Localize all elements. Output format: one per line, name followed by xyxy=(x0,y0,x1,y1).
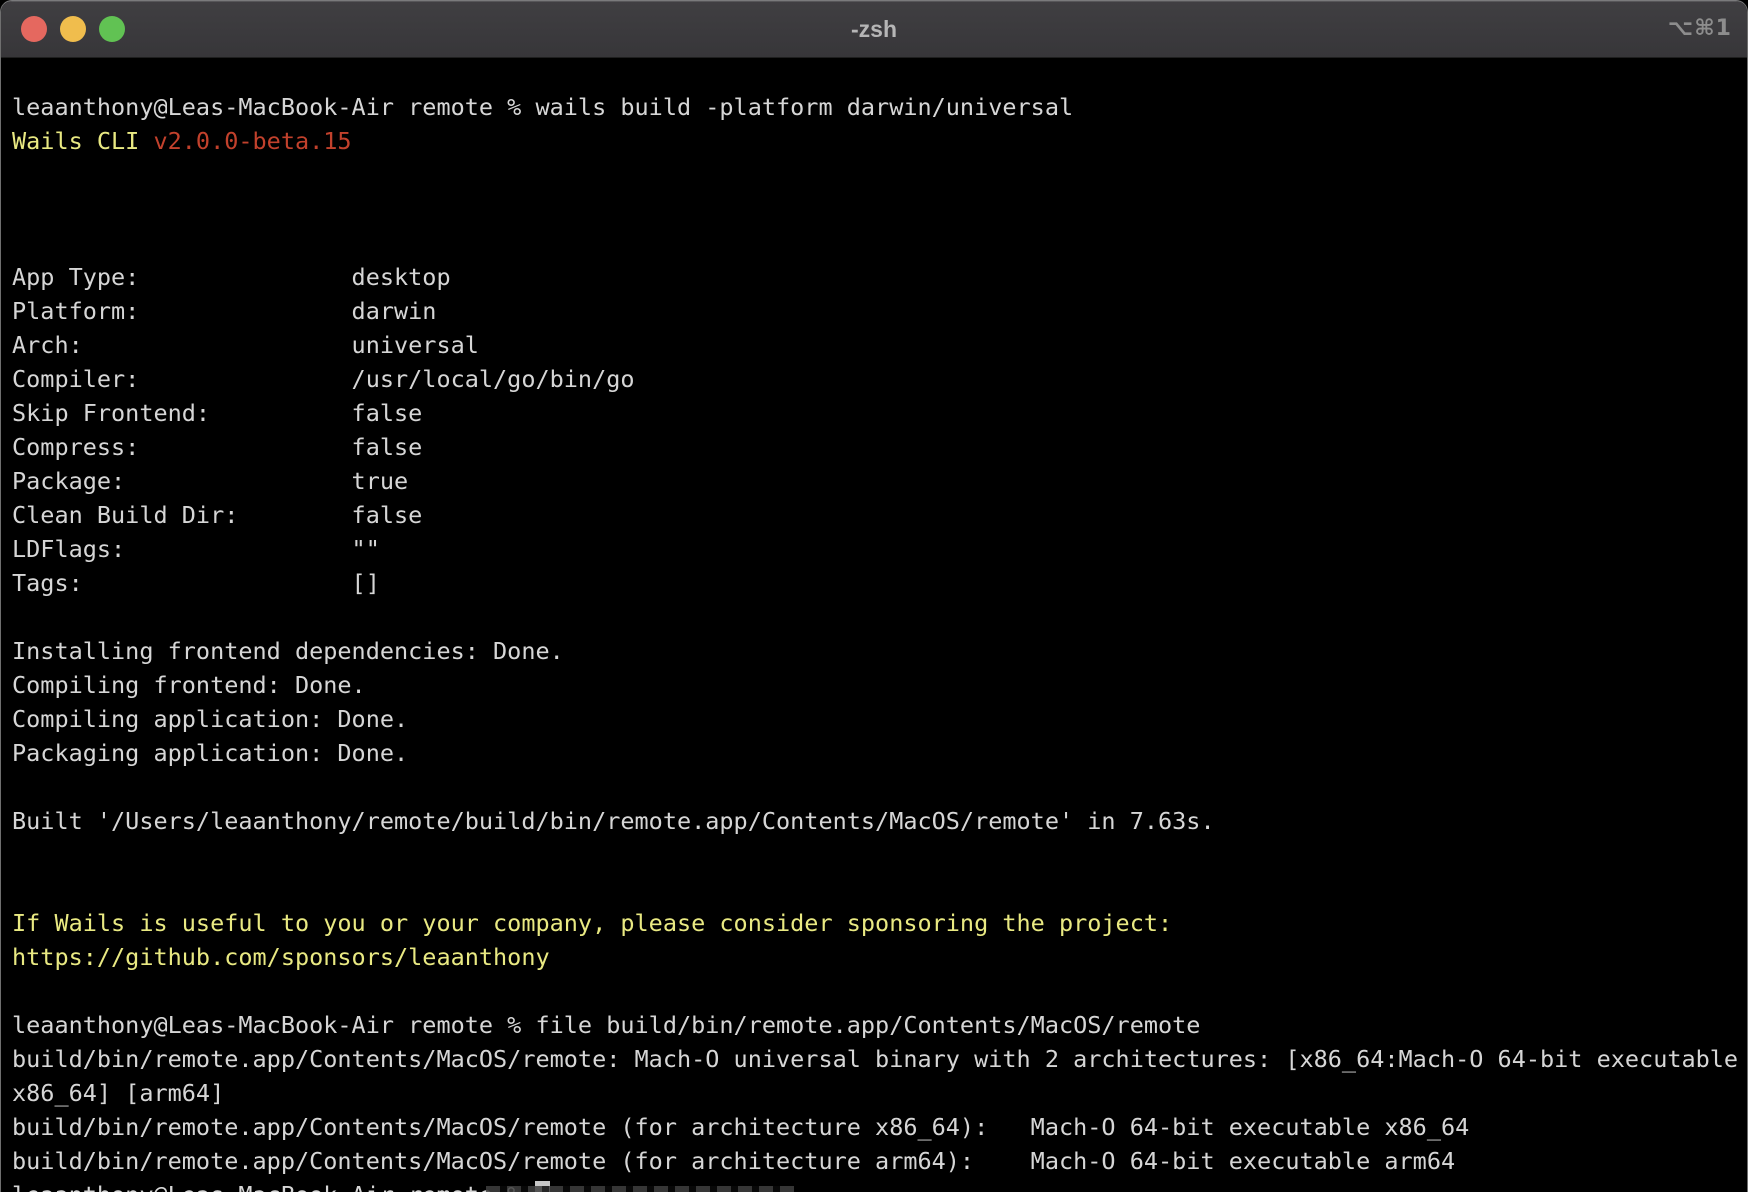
terminal-text-segment: Installing frontend dependencies: Done. xyxy=(12,637,564,665)
terminal-line: Packaging application: Done. xyxy=(12,736,1747,770)
traffic-lights xyxy=(21,16,125,42)
terminal-line xyxy=(12,158,1747,192)
terminal-text-segment: Packaging application: Done. xyxy=(12,739,408,767)
terminal-window: -zsh ⌥⌘1 leaanthony@Leas-MacBook-Air rem… xyxy=(0,0,1748,1192)
terminal-text-segment: Wails CLI xyxy=(12,127,153,155)
terminal-text-segment: Platform: darwin xyxy=(12,297,436,325)
terminal-text-segment: leaanthony@Leas-MacBook-Air remote % fil… xyxy=(12,1011,1200,1039)
terminal-line: leaanthony@Leas-MacBook-Air remote % fil… xyxy=(12,1008,1747,1042)
terminal-line: Installing frontend dependencies: Done. xyxy=(12,634,1747,668)
tab-shortcut-badge: ⌥⌘1 xyxy=(1668,1,1732,57)
terminal-text-segment: build/bin/remote.app/Contents/MacOS/remo… xyxy=(12,1113,1469,1141)
terminal-text-segment: Clean Build Dir: false xyxy=(12,501,422,529)
terminal-line: LDFlags: "" xyxy=(12,532,1747,566)
terminal-text-segment: If Wails is useful to you or your compan… xyxy=(12,909,1172,937)
terminal-text-segment: leaanthony@Leas-MacBook-Air remote % xyxy=(12,1181,535,1192)
terminal-text-segment: Compiler: /usr/local/go/bin/go xyxy=(12,365,635,393)
terminal-text-segment: Arch: universal xyxy=(12,331,479,359)
terminal-text-segment: Package: true xyxy=(12,467,408,495)
close-button[interactable] xyxy=(21,16,47,42)
terminal-line: Wails CLI v2.0.0-beta.15 xyxy=(12,124,1747,158)
terminal-line: leaanthony@Leas-MacBook-Air remote % xyxy=(12,1178,1747,1192)
terminal-line xyxy=(12,770,1747,804)
terminal-text-segment: build/bin/remote.app/Contents/MacOS/remo… xyxy=(12,1045,1738,1073)
terminal-text-segment: v2.0.0-beta.15 xyxy=(153,127,351,155)
terminal-line: App Type: desktop xyxy=(12,260,1747,294)
terminal-line: Compress: false xyxy=(12,430,1747,464)
terminal-text-segment: x86_64] [arm64] xyxy=(12,1079,224,1107)
terminal-line: Skip Frontend: false xyxy=(12,396,1747,430)
terminal-line: https://github.com/sponsors/leaanthony xyxy=(12,940,1747,974)
terminal-line xyxy=(12,226,1747,260)
terminal-line: leaanthony@Leas-MacBook-Air remote % wai… xyxy=(12,90,1747,124)
terminal-line xyxy=(12,838,1747,872)
terminal-line: build/bin/remote.app/Contents/MacOS/remo… xyxy=(12,1042,1747,1076)
window-titlebar[interactable]: -zsh ⌥⌘1 xyxy=(1,1,1747,58)
terminal-line: build/bin/remote.app/Contents/MacOS/remo… xyxy=(12,1110,1747,1144)
terminal-text-segment: Compiling frontend: Done. xyxy=(12,671,366,699)
terminal-line: Clean Build Dir: false xyxy=(12,498,1747,532)
terminal-line: x86_64] [arm64] xyxy=(12,1076,1747,1110)
terminal-line xyxy=(12,872,1747,906)
terminal-line: Compiling frontend: Done. xyxy=(12,668,1747,702)
minimize-button[interactable] xyxy=(60,16,86,42)
terminal-line: Arch: universal xyxy=(12,328,1747,362)
terminal-line: Package: true xyxy=(12,464,1747,498)
terminal-line: build/bin/remote.app/Contents/MacOS/remo… xyxy=(12,1144,1747,1178)
terminal-text-segment: leaanthony@Leas-MacBook-Air remote % wai… xyxy=(12,93,1073,121)
terminal-text-segment: https://github.com/sponsors/leaanthony xyxy=(12,943,550,971)
terminal-line: Compiler: /usr/local/go/bin/go xyxy=(12,362,1747,396)
terminal-line: Built '/Users/leaanthony/remote/build/bi… xyxy=(12,804,1747,838)
terminal-line: Tags: [] xyxy=(12,566,1747,600)
terminal-text-segment: Skip Frontend: false xyxy=(12,399,422,427)
terminal-text-segment: Compress: false xyxy=(12,433,422,461)
terminal-line: Platform: darwin xyxy=(12,294,1747,328)
terminal-text-segment: build/bin/remote.app/Contents/MacOS/remo… xyxy=(12,1147,1455,1175)
clipped-text-sliver xyxy=(486,1186,794,1192)
zoom-button[interactable] xyxy=(99,16,125,42)
terminal-text-segment: Tags: [] xyxy=(12,569,380,597)
terminal-line xyxy=(12,192,1747,226)
terminal-line xyxy=(12,600,1747,634)
terminal-text-segment: Compiling application: Done. xyxy=(12,705,408,733)
terminal-line xyxy=(12,974,1747,1008)
terminal-screen[interactable]: leaanthony@Leas-MacBook-Air remote % wai… xyxy=(1,82,1747,1192)
terminal-text-segment: App Type: desktop xyxy=(12,263,451,291)
terminal-text-segment: Built '/Users/leaanthony/remote/build/bi… xyxy=(12,807,1215,835)
terminal-text-segment: LDFlags: "" xyxy=(12,535,380,563)
terminal-line: Compiling application: Done. xyxy=(12,702,1747,736)
terminal-line: If Wails is useful to you or your compan… xyxy=(12,906,1747,940)
window-title: -zsh xyxy=(1,1,1747,57)
